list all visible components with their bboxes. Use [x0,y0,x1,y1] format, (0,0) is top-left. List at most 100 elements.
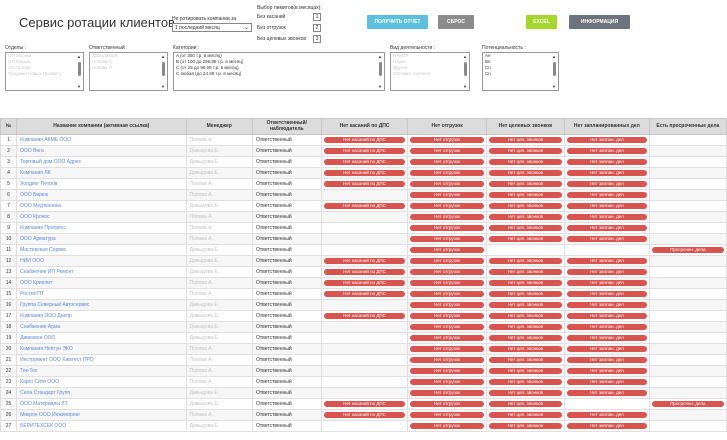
col-header-manager[interactable]: Менеджер [185,118,253,135]
limit-input-ship[interactable]: 2 [313,24,321,32]
col-header-responsible[interactable]: Ответственный/ наблюдатель [251,118,322,135]
row-number: 14 [0,277,18,289]
scrollbar[interactable]: ▲ ▼ [463,54,468,89]
company-link[interactable]: Компания АКМЕ ООО [16,134,187,146]
activity-list[interactable]: НАБОР Наука Другое Оптовая торговля ▲ ▼ [390,52,470,91]
flag-badge-ship: Нет отгрузок [410,423,484,429]
company-link[interactable]: Мастерская Сервис [16,244,187,256]
list-item[interactable]: Сп [483,71,558,77]
flag-badge-calls: Нет цел. звонков [488,379,563,385]
flag-cell-plans: Нет заплан. дел [564,178,650,190]
flag-badge-calls: Нет цел. звонков [488,412,563,418]
flag-cell-ship: Нет отгрузок [407,365,487,377]
flag-cell-plans: Нет заплан. дел [564,387,650,399]
company-link[interactable]: Сила Стандарт Групп [16,387,187,399]
row-number: 11 [0,244,18,256]
list-item[interactable]: Попова Н. [90,65,167,71]
responsible-cell: Ответственный [251,387,322,399]
flag-cell-calls: Нет цел. звонков [485,398,566,410]
reset-button[interactable]: СБРОС [438,15,474,29]
flag-badge-touch: Нет касаний по ДПС [323,137,406,143]
flag-cell-touch: Нет касаний по ДПС [320,145,409,157]
categories-list[interactable]: A (от 300 т.р. в месяц) B (от 100 до 299… [173,52,385,91]
company-link[interactable]: Ростех ПТ [16,288,187,300]
table-row: 15 Ростех ПТ Попова А. Ответственный Нет кас… [0,288,727,300]
company-link[interactable]: ООО Криолит [16,277,187,289]
col-header-overdue[interactable]: Есть просроченные дела [648,118,727,135]
company-link[interactable]: Компания Прогресс [16,222,187,234]
clients-table: № Название компании (активная ссылка) Ме… [0,118,727,432]
scrollbar[interactable]: ▲ ▼ [552,54,557,89]
list-item[interactable]: C любая (до 24,99 т.р. в месяц) [174,71,384,77]
col-header-num[interactable]: № [0,118,18,135]
company-link[interactable]: ООО Кронос [16,211,187,223]
company-link[interactable]: Компания ЛК [16,167,187,179]
flag-cell-plans: Нет заплан. дел [564,420,650,432]
company-link[interactable]: Снабжение Арма [16,321,187,333]
flag-cell-touch [320,299,409,311]
company-link[interactable]: ООО Медтехника [16,200,187,212]
col-header-no-shipments[interactable]: Нет отгрузок [407,118,487,135]
company-link[interactable]: ООО Вега [16,145,187,157]
col-header-company[interactable]: Название компании (активная ссылка) [16,118,187,135]
manager-cell: Давыдова Е. [185,200,253,212]
company-link[interactable]: ООО Арматура [16,233,187,245]
company-link[interactable]: Дивизион ООО [16,332,187,344]
scrollbar[interactable]: ▲ ▼ [77,54,82,89]
flag-badge-ship: Нет отгрузок [410,192,484,198]
responsible-cell: Ответственный [251,321,322,333]
flag-cell-overdue [648,211,727,223]
row-number: 26 [0,409,18,421]
flag-badge-calls: Нет цел. звонков [488,324,563,330]
info-button[interactable]: ИНФОРМАЦИЯ [569,15,630,29]
flag-badge-ship: Нет отгрузок [410,313,484,319]
flag-cell-ship: Нет отгрузок [407,134,487,146]
col-header-no-touch[interactable]: Нет касаний по ДПС [320,118,409,135]
flag-cell-calls: Нет цел. звонков [485,145,566,157]
company-link[interactable]: Группа Северный Автосервис [16,299,187,311]
flag-cell-ship: Нет отгрузок [407,255,487,267]
responsible-cell: Ответственный [251,233,322,245]
company-link[interactable]: НИИ ООО [16,255,187,267]
get-report-button[interactable]: ПОЛУЧИТЬ ОТЧЕТ [367,15,428,29]
responsible-list[interactable]: Давыдова Е. Попова А. Попова Н. ▲ ▼ [89,52,168,91]
company-link[interactable]: Холдинг Петров [16,178,187,190]
scrollbar[interactable]: ▲ ▼ [378,54,383,89]
company-link[interactable]: Микрон ООО Инжиниринг [16,409,187,421]
company-link[interactable]: Компания Нептун ЭКО [16,343,187,355]
departments-list[interactable]: ОП Москва ОП Казань ОП Профи Продажи Нов… [5,52,84,91]
company-link[interactable]: Снабжение ИП Ремонт [16,266,187,278]
list-item[interactable]: Продажи Новых Профиту [6,71,83,77]
excel-button[interactable]: EXCEL [526,15,557,29]
flag-badge-calls: Нет цел. звонков [488,390,563,396]
flag-badge-calls: Нет цел. звонков [488,291,563,297]
company-link[interactable]: Карго Сити ООО [16,376,187,388]
col-header-no-calls[interactable]: Нет целевых звонков [485,118,566,135]
scrollbar[interactable]: ▲ ▼ [161,54,166,89]
flag-badge-calls: Нет цел. звонков [488,159,563,165]
company-link[interactable]: БЕРИТЕХСЕК ООО [16,420,187,432]
flag-cell-plans: Нет заплан. дел [564,343,650,355]
company-link[interactable]: ООО Материалы ЛТ [16,398,187,410]
responsible-cell: Ответственный [251,211,322,223]
flag-cell-overdue [648,332,727,344]
list-item[interactable]: Оптовая торговля [391,71,469,77]
flag-cell-calls: Нет цел. звонков [485,420,566,432]
company-link[interactable]: Торговый дом ООО Адрес [16,156,187,168]
company-link[interactable]: Тек-Тех [16,365,187,377]
company-link[interactable]: Инструмент ООО Химтест ПРО [16,354,187,366]
flag-cell-calls: Нет цел. звонков [485,299,566,311]
company-link[interactable]: Компания ООО Днепр [16,310,187,322]
row-number: 22 [0,365,18,377]
limit-input-calls[interactable]: 3 [313,35,321,43]
period-select[interactable]: 1 последний месяц ⌄ [172,23,252,32]
company-link[interactable]: ООО Бирюк [16,189,187,201]
potential-list[interactable]: Ан Вп Сп Сп ▲ ▼ [482,52,559,91]
col-header-no-plans[interactable]: Нет запланированных дел [564,118,650,135]
responsible-cell: Ответственный [251,420,322,432]
flag-badge-calls: Нет цел. звонков [488,368,563,374]
limit-input-touch[interactable]: 1 [313,13,321,21]
flag-badge-plans: Нет заплан. дел [567,324,647,330]
flag-badge-calls: Нет цел. звонков [488,170,563,176]
flag-badge-ship: Нет отгрузок [410,269,484,275]
